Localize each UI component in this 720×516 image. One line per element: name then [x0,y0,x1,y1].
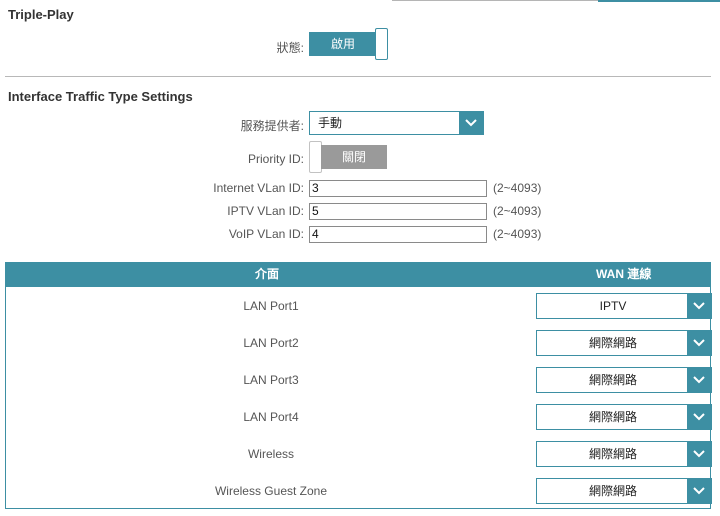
provider-select[interactable]: 手動 [309,111,484,135]
status-toggle[interactable]: 啟用 [309,28,389,60]
top-tab-indicator [0,0,720,2]
wan-select[interactable]: 網際網路 [536,367,712,393]
chevron-down-icon[interactable] [459,112,483,134]
chevron-down-icon[interactable] [687,479,711,503]
wan-select[interactable]: 網際網路 [536,404,712,430]
wan-select[interactable]: IPTV [536,293,712,319]
provider-label: 服務提供者: [240,119,304,133]
toggle-knob[interactable] [375,28,388,60]
priority-id-toggle-label: 關閉 [321,145,387,169]
chevron-down-icon[interactable] [687,405,711,429]
iptv-vlan-input[interactable]: 5 [309,203,487,220]
wan-select-value: IPTV [599,299,627,313]
internet-vlan-input[interactable]: 3 [309,180,487,197]
tab-divider [392,0,598,1]
section-divider [5,76,711,77]
interface-table: LAN Port1 IPTV LAN Port2 網際網路 LAN Port3 … [5,287,712,509]
voip-vlan-label: VoIP VLan ID: [228,227,304,241]
voip-vlan-input[interactable]: 4 [309,226,487,243]
table-header: 介面 WAN 連線 [5,262,711,287]
status-label: 狀態: [276,41,304,55]
row-interface-label: Wireless [247,447,294,461]
chevron-down-icon[interactable] [687,442,711,466]
chevron-down-icon[interactable] [687,294,711,318]
chevron-down-icon[interactable] [687,331,711,355]
row-interface-label: Wireless Guest Zone [214,484,328,498]
wan-select[interactable]: 網際網路 [536,478,712,504]
wan-select[interactable]: 網際網路 [536,330,712,356]
voip-vlan-range: (2~4093) [493,227,542,241]
status-toggle-label: 啟用 [309,32,377,56]
row-interface-label: LAN Port2 [243,336,299,350]
iptv-vlan-range: (2~4093) [493,204,542,218]
internet-vlan-label: Internet VLan ID: [213,181,304,195]
row-interface-label: LAN Port1 [243,299,299,313]
wan-select[interactable]: 網際網路 [536,441,712,467]
wan-select-value: 網際網路 [588,373,637,387]
column-header-interface: 介面 [255,267,280,281]
provider-select-value: 手動 [318,116,343,130]
chevron-down-icon[interactable] [687,368,711,392]
row-interface-label: LAN Port4 [243,410,299,424]
column-header-wan: WAN 連線 [596,267,652,281]
wan-select-value: 網際網路 [588,336,637,350]
active-tab-underline [598,0,720,2]
interface-settings-title: Interface Traffic Type Settings [8,89,193,104]
iptv-vlan-label: IPTV VLan ID: [227,204,304,218]
wan-select-value: 網際網路 [588,484,637,498]
priority-id-toggle[interactable]: 關閉 [309,141,389,173]
wan-select-value: 網際網路 [588,410,637,424]
row-interface-label: LAN Port3 [243,373,299,387]
triple-play-title: Triple-Play [8,7,74,22]
priority-id-label: Priority ID: [247,152,304,166]
wan-select-value: 網際網路 [588,447,637,461]
internet-vlan-range: (2~4093) [493,181,542,195]
